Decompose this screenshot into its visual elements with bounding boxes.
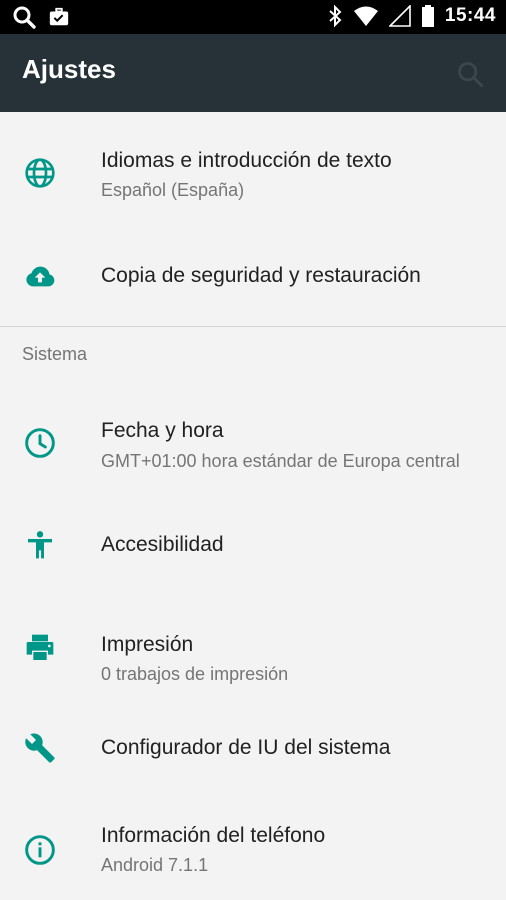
info-icon xyxy=(25,835,55,865)
item-title: Fecha y hora xyxy=(101,419,224,442)
wrench-icon xyxy=(25,733,55,763)
status-bar: 15:44 xyxy=(0,0,506,34)
item-title: Información del teléfono xyxy=(101,824,326,847)
wifi-icon xyxy=(353,6,378,26)
printer-icon xyxy=(26,634,54,660)
item-title: Configurador de IU del sistema xyxy=(101,736,391,759)
page-title: Ajustes xyxy=(22,54,116,84)
settings-item-date-time[interactable]: Fecha y hora GMT+01:00 hora estándar de … xyxy=(0,387,506,501)
item-title: Idiomas e introducción de texto xyxy=(101,149,392,172)
item-subtitle: 0 trabajos de impresión xyxy=(101,664,289,684)
item-subtitle: Español (España) xyxy=(101,180,245,200)
globe-icon xyxy=(25,158,55,188)
item-subtitle: Android 7.1.1 xyxy=(101,855,209,875)
section-header-system: Sistema xyxy=(22,344,88,364)
settings-item-languages[interactable]: Idiomas e introducción de texto Español … xyxy=(0,112,506,227)
search-icon[interactable] xyxy=(456,60,484,88)
accessibility-icon xyxy=(28,531,52,559)
item-title: Impresión xyxy=(101,633,194,656)
briefcase-icon xyxy=(49,7,69,26)
settings-item-accessibility[interactable]: Accesibilidad xyxy=(0,501,506,599)
settings-item-backup[interactable]: Copia de seguridad y restauración xyxy=(0,227,506,326)
item-title: Accesibilidad xyxy=(101,533,224,556)
cloud-upload-icon xyxy=(26,266,55,287)
signal-icon xyxy=(388,5,411,27)
item-title: Copia de seguridad y restauración xyxy=(101,264,421,287)
search-icon xyxy=(13,6,36,29)
item-subtitle: GMT+01:00 hora estándar de Europa centra… xyxy=(101,451,460,471)
clock-icon xyxy=(25,428,55,458)
battery-icon xyxy=(421,5,434,27)
bluetooth-icon xyxy=(329,4,342,28)
divider xyxy=(0,326,506,327)
settings-item-about-phone[interactable]: Información del teléfono Android 7.1.1 xyxy=(0,812,506,900)
app-bar: Ajustes xyxy=(0,34,506,112)
settings-item-printing[interactable]: Impresión 0 trabajos de impresión xyxy=(0,599,506,712)
status-time: 15:44 xyxy=(444,5,496,26)
settings-item-system-ui-tuner[interactable]: Configurador de IU del sistema xyxy=(0,712,506,812)
